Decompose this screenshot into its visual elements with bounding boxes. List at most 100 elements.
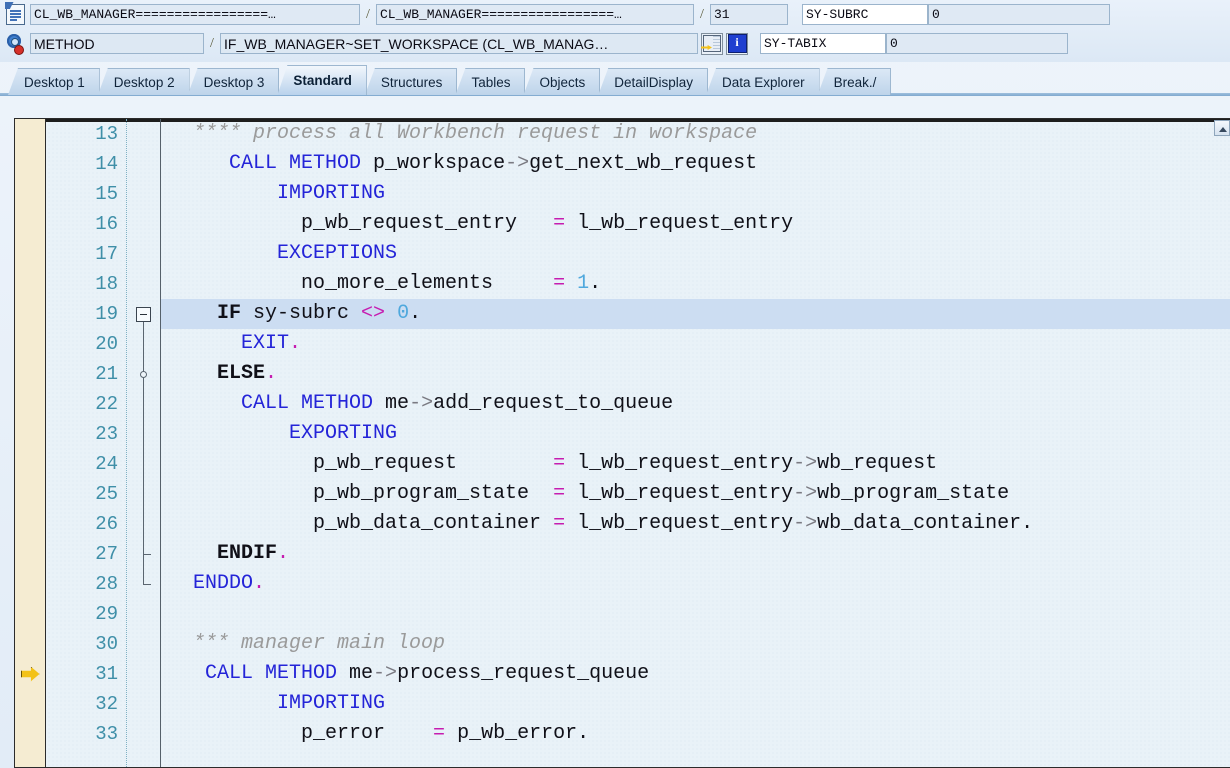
fold-gutter-row[interactable]	[127, 659, 161, 689]
code-line[interactable]	[161, 599, 1230, 629]
line-number-row: 26	[46, 509, 126, 539]
code-line[interactable]: *** manager main loop	[161, 629, 1230, 659]
tab-objects[interactable]: Objects	[523, 68, 601, 95]
code-line[interactable]: ENDDO.	[161, 569, 1230, 599]
gutter-marker-row[interactable]	[15, 179, 45, 209]
fold-gutter-row[interactable]	[127, 509, 161, 539]
code-line-text: ENDIF.	[169, 542, 290, 565]
code-line[interactable]: **** process all Workbench request in wo…	[161, 119, 1230, 149]
fold-gutter-row[interactable]	[127, 149, 161, 179]
collapse-block-button[interactable]	[136, 306, 151, 322]
fold-gutter-row[interactable]	[127, 239, 161, 269]
gutter-marker-row[interactable]	[15, 689, 45, 719]
line-number: 25	[95, 483, 118, 505]
tab-tables[interactable]: Tables	[455, 68, 526, 95]
code-line[interactable]: p_wb_request_entry = l_wb_request_entry	[161, 209, 1230, 239]
information-icon[interactable]: i	[726, 32, 748, 55]
fold-gutter-row[interactable]	[127, 599, 161, 629]
document-list-icon[interactable]	[4, 3, 26, 27]
fold-gutter-row[interactable]	[127, 719, 161, 749]
tab-list: Desktop 1 Desktop 2 Desktop 3 Standard Struc…	[8, 65, 892, 95]
gutter-marker-row[interactable]	[15, 719, 45, 749]
code-line[interactable]: p_wb_request = l_wb_request_entry->wb_re…	[161, 449, 1230, 479]
gutter-marker-row[interactable]	[15, 629, 45, 659]
fold-gutter-row[interactable]	[127, 329, 161, 359]
code-line-text: p_wb_data_container = l_wb_request_entry…	[169, 512, 1034, 535]
code-text-area[interactable]: **** process all Workbench request in wo…	[160, 119, 1230, 767]
code-line[interactable]: p_error = p_wb_error.	[161, 719, 1230, 749]
line-number-gutter: 13 14 15 16 17 18 19 20 21 22 23 24 25 26 27 28 29 30 31 32…	[46, 119, 126, 767]
tab-desktop-1[interactable]: Desktop 1	[8, 68, 100, 95]
line-number-row: 27	[46, 539, 126, 569]
code-line-text: CALL METHOD me->process_request_queue	[169, 662, 650, 685]
line-number: 13	[95, 123, 118, 145]
fold-end-tick	[143, 554, 151, 555]
code-line-text: p_error = p_wb_error.	[169, 722, 590, 745]
gutter-marker-row[interactable]	[15, 569, 45, 599]
gutter-marker-row[interactable]	[15, 539, 45, 569]
toolbar-row-program: CL_WB_MANAGER=================… / CL_WB_…	[0, 1, 1110, 28]
event-name-field[interactable]: IF_WB_MANAGER~SET_WORKSPACE (CL_WB_MANAG…	[220, 33, 698, 54]
goto-source-icon[interactable]	[701, 32, 723, 55]
code-line[interactable]: IMPORTING	[161, 179, 1230, 209]
gutter-marker-row[interactable]	[15, 359, 45, 389]
tab-desktop-3[interactable]: Desktop 3	[187, 68, 280, 95]
breakpoint-gutter[interactable]	[15, 119, 46, 767]
gutter-marker-row[interactable]	[15, 659, 45, 689]
code-line[interactable]: IF sy-subrc <> 0.	[161, 299, 1230, 329]
code-folding-gutter[interactable]	[126, 119, 161, 767]
gutter-marker-row[interactable]	[15, 599, 45, 629]
gutter-marker-row[interactable]	[15, 509, 45, 539]
fold-gutter-row[interactable]	[127, 179, 161, 209]
fold-gutter-row[interactable]	[127, 209, 161, 239]
fold-gutter-row[interactable]	[127, 689, 161, 719]
fold-gutter-row[interactable]	[127, 419, 161, 449]
code-line[interactable]: CALL METHOD me->add_request_to_queue	[161, 389, 1230, 419]
code-line[interactable]: IMPORTING	[161, 689, 1230, 719]
tab-standard[interactable]: Standard	[277, 65, 367, 95]
gutter-marker-row[interactable]	[15, 239, 45, 269]
code-line[interactable]: no_more_elements = 1.	[161, 269, 1230, 299]
gutter-marker-row[interactable]	[15, 329, 45, 359]
gutter-marker-row[interactable]	[15, 389, 45, 419]
code-line-text: EXCEPTIONS	[169, 242, 398, 265]
event-type-field[interactable]: METHOD	[30, 33, 204, 54]
gutter-marker-row[interactable]	[15, 149, 45, 179]
gutter-marker-row[interactable]	[15, 449, 45, 479]
code-line[interactable]: p_wb_program_state = l_wb_request_entry-…	[161, 479, 1230, 509]
sy-tabix-label: SY-TABIX	[760, 33, 886, 54]
code-line[interactable]: p_wb_data_container = l_wb_request_entry…	[161, 509, 1230, 539]
gutter-marker-row[interactable]	[15, 299, 45, 329]
fold-gutter-row[interactable]	[127, 269, 161, 299]
tab-break[interactable]: Break./	[817, 68, 892, 95]
fold-gutter-row[interactable]	[127, 629, 161, 659]
source-code-panel[interactable]: 13 14 15 16 17 18 19 20 21 22 23 24 25 26 27 28 29 30 31 32…	[14, 118, 1230, 768]
include-name-field[interactable]: CL_WB_MANAGER=================…	[376, 4, 694, 25]
gutter-marker-row[interactable]	[15, 209, 45, 239]
code-line[interactable]: CALL METHOD p_workspace->get_next_wb_req…	[161, 149, 1230, 179]
tab-structures[interactable]: Structures	[364, 68, 458, 95]
gutter-marker-row[interactable]	[15, 479, 45, 509]
code-line[interactable]: EXPORTING	[161, 419, 1230, 449]
fold-gutter-row[interactable]	[127, 389, 161, 419]
code-line[interactable]: EXCEPTIONS	[161, 239, 1230, 269]
code-line[interactable]: ELSE.	[161, 359, 1230, 389]
fold-gutter-row[interactable]	[127, 479, 161, 509]
gutter-marker-row[interactable]	[15, 119, 45, 149]
gear-icon[interactable]	[4, 32, 26, 56]
tab-data-explorer[interactable]: Data Explorer	[706, 68, 820, 95]
gutter-marker-row[interactable]	[15, 269, 45, 299]
current-line-field[interactable]: 31	[710, 4, 788, 25]
code-line-text: CALL METHOD me->add_request_to_queue	[169, 392, 674, 415]
program-name-field[interactable]: CL_WB_MANAGER=================…	[30, 4, 360, 25]
code-line[interactable]: EXIT.	[161, 329, 1230, 359]
code-line-text: no_more_elements = 1.	[169, 272, 602, 295]
line-number-row: 14	[46, 149, 126, 179]
fold-gutter-row[interactable]	[127, 119, 161, 149]
tab-detaildisplay[interactable]: DetailDisplay	[598, 68, 709, 95]
code-line[interactable]: ENDIF.	[161, 539, 1230, 569]
tab-desktop-2[interactable]: Desktop 2	[97, 68, 190, 95]
fold-gutter-row[interactable]	[127, 449, 161, 479]
gutter-marker-row[interactable]	[15, 419, 45, 449]
code-line[interactable]: CALL METHOD me->process_request_queue	[161, 659, 1230, 689]
